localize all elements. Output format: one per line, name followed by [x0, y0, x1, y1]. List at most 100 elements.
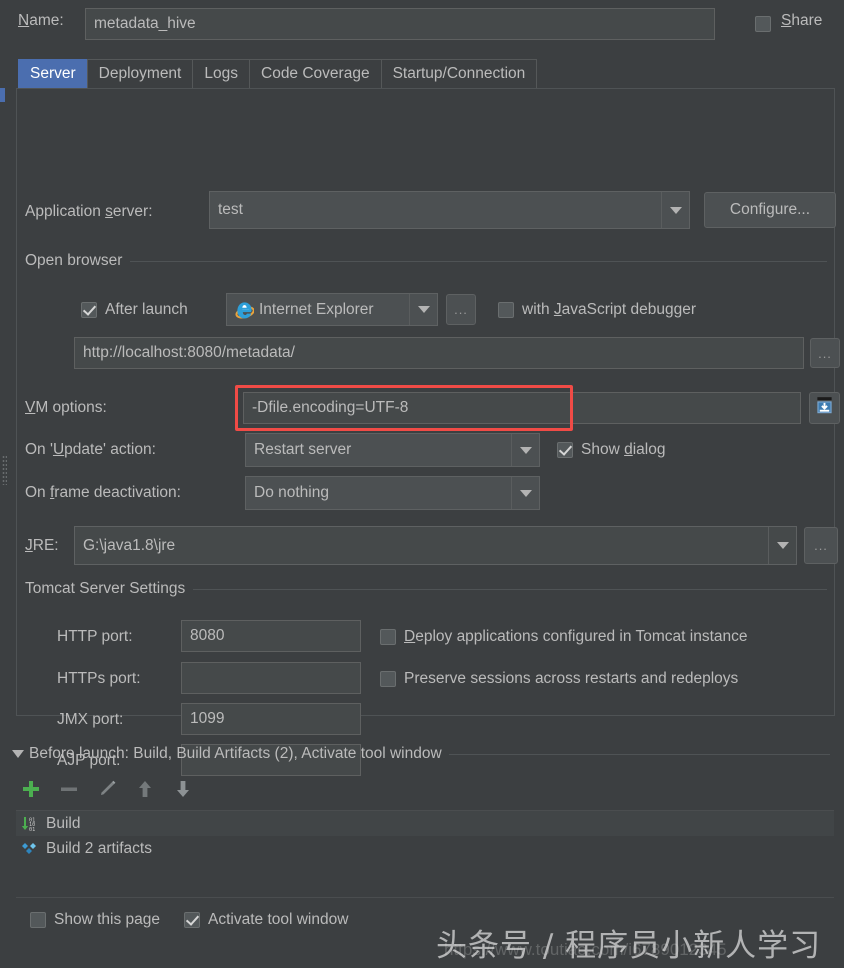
activate-tool-window-label[interactable]: Activate tool window — [208, 911, 348, 929]
tab-code-coverage[interactable]: Code Coverage — [249, 59, 382, 88]
group-divider — [448, 753, 830, 755]
tab-logs[interactable]: Logs — [192, 59, 250, 88]
jre-browse-label: ... — [814, 538, 828, 553]
internet-explorer-icon — [235, 300, 254, 319]
jmx-port-value: 1099 — [190, 710, 225, 727]
activate-tool-window-checkbox[interactable] — [184, 912, 200, 928]
browser-combo[interactable]: Internet Explorer — [226, 293, 438, 326]
on-update-action-label: On 'Update' action: — [25, 441, 156, 458]
svg-text:01: 01 — [29, 826, 35, 832]
chevron-down-icon[interactable] — [409, 294, 437, 325]
js-debugger-checkbox[interactable] — [498, 302, 514, 318]
on-update-action-combo[interactable]: Restart server — [245, 433, 540, 467]
jre-browse-button[interactable]: ... — [804, 527, 838, 564]
application-server-combo[interactable]: test — [209, 191, 690, 229]
tomcat-settings-group-label: Tomcat Server Settings — [25, 580, 186, 597]
tab-server[interactable]: Server — [18, 59, 88, 88]
chevron-down-icon[interactable] — [511, 477, 539, 509]
after-launch-checkbox[interactable] — [81, 302, 97, 318]
vm-options-expand-button[interactable] — [809, 392, 840, 424]
jmx-port-label: JMX port: — [57, 711, 124, 728]
browser-url-input[interactable]: http://localhost:8080/metadata/ — [74, 337, 804, 369]
js-debugger-label[interactable]: with JavaScript debugger — [522, 301, 696, 319]
on-update-action-value: Restart server — [254, 441, 352, 458]
activate-tool-window-row: Activate tool window — [184, 911, 348, 929]
jre-value: G:\java1.8\jre — [83, 536, 176, 554]
on-frame-deactivation-combo[interactable]: Do nothing — [245, 476, 540, 510]
collapse-triangle-icon[interactable] — [12, 750, 24, 758]
tab-server-label: Server — [30, 65, 76, 82]
show-this-page-checkbox[interactable] — [30, 912, 46, 928]
preserve-sessions-label[interactable]: Preserve sessions across restarts and re… — [404, 670, 738, 688]
vm-options-input[interactable]: -Dfile.encoding=UTF-8 — [243, 392, 801, 424]
group-divider — [130, 260, 827, 262]
before-launch-header-label: Before launch: Build, Build Artifacts (2… — [29, 745, 442, 762]
https-port-label: HTTPs port: — [57, 670, 141, 687]
js-debugger-row: with JavaScript debugger — [498, 301, 696, 319]
add-button[interactable] — [20, 778, 42, 800]
jre-combo[interactable]: G:\java1.8\jre — [74, 526, 797, 565]
browser-browse-button[interactable]: ... — [446, 294, 476, 325]
chevron-down-icon[interactable] — [661, 192, 689, 228]
bottom-options-row: Show this page Activate tool window — [30, 911, 348, 929]
preserve-sessions-checkbox[interactable] — [380, 671, 396, 687]
configure-button[interactable]: Configure... — [704, 192, 836, 228]
chevron-down-icon[interactable] — [768, 527, 796, 564]
show-dialog-checkbox[interactable] — [557, 442, 573, 458]
open-browser-group-label: Open browser — [25, 252, 123, 269]
name-input-value: metadata_hive — [94, 15, 196, 32]
tab-startup-connection[interactable]: Startup/Connection — [380, 59, 538, 88]
tab-startup-connection-label: Startup/Connection — [392, 65, 526, 82]
before-launch-header[interactable]: Before launch: Build, Build Artifacts (2… — [12, 745, 830, 763]
before-launch-toolbar — [20, 778, 194, 800]
http-port-label: HTTP port: — [57, 628, 133, 645]
chevron-down-icon[interactable] — [511, 434, 539, 466]
vm-options-label: VM options: — [25, 399, 107, 416]
remove-button[interactable] — [58, 778, 80, 800]
move-down-button[interactable] — [172, 778, 194, 800]
browser-url-browse-label: ... — [818, 345, 832, 361]
tab-code-coverage-label: Code Coverage — [261, 65, 370, 82]
on-frame-deactivation-value: Do nothing — [254, 484, 329, 501]
splitter-grip-icon[interactable] — [2, 455, 7, 485]
http-port-input[interactable]: 8080 — [181, 620, 361, 652]
group-divider — [193, 588, 827, 590]
preserve-sessions-row: Preserve sessions across restarts and re… — [380, 670, 738, 688]
deploy-applications-label[interactable]: Deploy applications configured in Tomcat… — [404, 628, 748, 646]
vm-options-value: -Dfile.encoding=UTF-8 — [252, 399, 409, 416]
artifacts-icon — [20, 840, 38, 858]
open-browser-group-title: Open browser — [25, 252, 827, 270]
move-up-button[interactable] — [134, 778, 156, 800]
panel-splitter[interactable] — [2, 90, 12, 716]
tab-logs-label: Logs — [204, 65, 238, 82]
deploy-applications-checkbox[interactable] — [380, 629, 396, 645]
name-input[interactable]: metadata_hive — [85, 8, 715, 40]
show-dialog-label[interactable]: Show dialog — [581, 441, 665, 459]
before-launch-task-list[interactable]: 01 10 01 Build Build 2 artifacts — [16, 810, 834, 898]
share-checkbox[interactable] — [755, 16, 771, 32]
edit-button[interactable] — [96, 778, 118, 800]
browser-url-browse-button[interactable]: ... — [810, 338, 840, 368]
jmx-port-input[interactable]: 1099 — [181, 703, 361, 735]
after-launch-label[interactable]: After launch — [105, 301, 188, 319]
show-this-page-row: Show this page — [30, 911, 160, 929]
list-item[interactable]: 01 10 01 Build — [16, 811, 834, 836]
application-server-label: Application server: — [25, 203, 153, 220]
share-label[interactable]: Share — [781, 12, 822, 30]
build-icon: 01 10 01 — [20, 815, 38, 833]
tab-bar: Server Deployment Logs Code Coverage Sta… — [18, 58, 538, 88]
show-dialog-row: Show dialog — [557, 441, 665, 459]
list-item[interactable]: Build 2 artifacts — [16, 836, 834, 861]
deploy-applications-row: Deploy applications configured in Tomcat… — [380, 628, 748, 646]
tomcat-settings-group-title: Tomcat Server Settings — [25, 580, 827, 598]
browser-url-value: http://localhost:8080/metadata/ — [83, 344, 295, 361]
jre-label: JRE: — [25, 537, 59, 554]
browser-browse-label: ... — [454, 302, 468, 317]
tab-deployment[interactable]: Deployment — [86, 59, 194, 88]
configure-button-label: Configure... — [729, 201, 811, 218]
https-port-input[interactable] — [181, 662, 361, 694]
show-this-page-label[interactable]: Show this page — [54, 911, 160, 929]
expand-editor-icon — [815, 396, 834, 420]
name-row: Name: metadata_hive Share — [0, 0, 844, 48]
tab-deployment-label: Deployment — [98, 65, 182, 82]
